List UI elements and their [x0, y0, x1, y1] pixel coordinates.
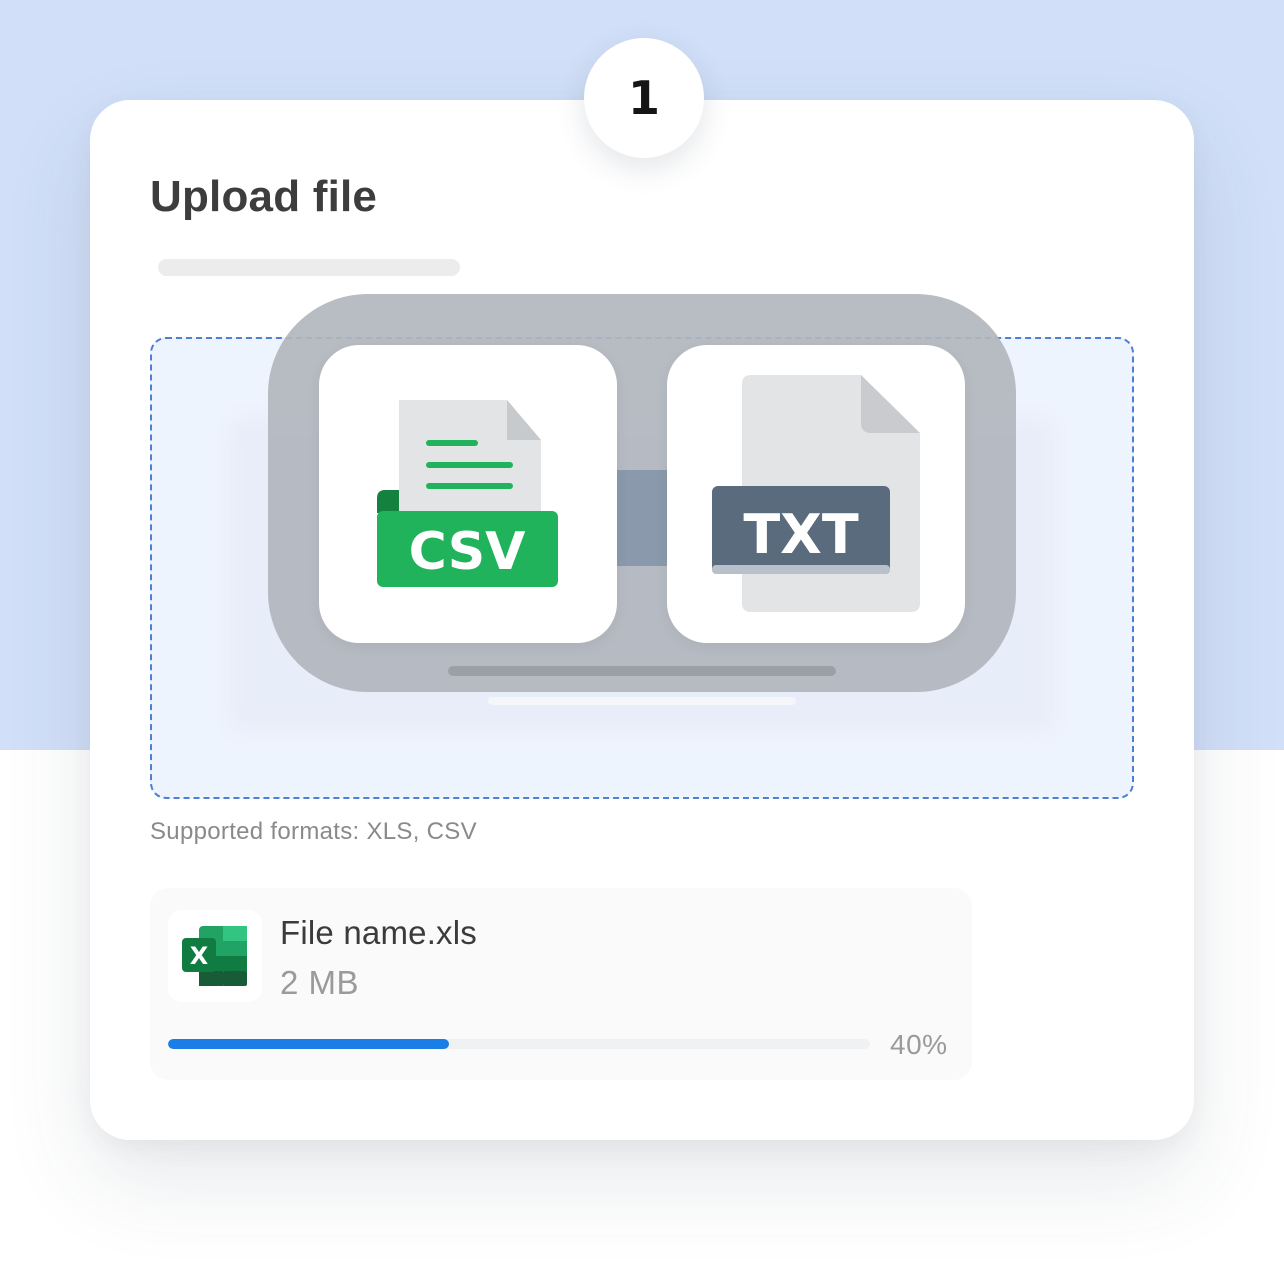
tray-bar	[448, 666, 836, 676]
csv-file-icon: CSV	[377, 400, 558, 587]
file-name: File name.xls	[280, 914, 477, 951]
upload-progress-fill	[168, 1039, 449, 1049]
excel-icon: X	[182, 926, 247, 986]
upload-progress-bar	[168, 1039, 870, 1049]
svg-text:X: X	[190, 942, 209, 970]
upload-progress-percent: 40%	[890, 1029, 948, 1060]
tray-underline	[488, 697, 796, 705]
csv-file-tile: CSV	[319, 345, 617, 643]
step-number: 1	[627, 71, 660, 125]
step-number-badge: 1	[584, 38, 704, 158]
file-icon-container: X	[168, 910, 262, 1002]
txt-file-tile: TXT	[667, 345, 965, 643]
uploading-file-card	[150, 888, 972, 1080]
subtitle-placeholder-line	[158, 259, 460, 276]
txt-label: TXT	[743, 503, 858, 566]
csv-label: CSV	[409, 522, 526, 582]
background-document-icon	[614, 470, 674, 566]
page-title: Upload file	[150, 172, 378, 221]
file-size: 2 MB	[280, 964, 360, 1001]
txt-file-icon: TXT	[712, 375, 920, 612]
supported-formats-text: Supported formats: XLS, CSV	[150, 818, 477, 845]
